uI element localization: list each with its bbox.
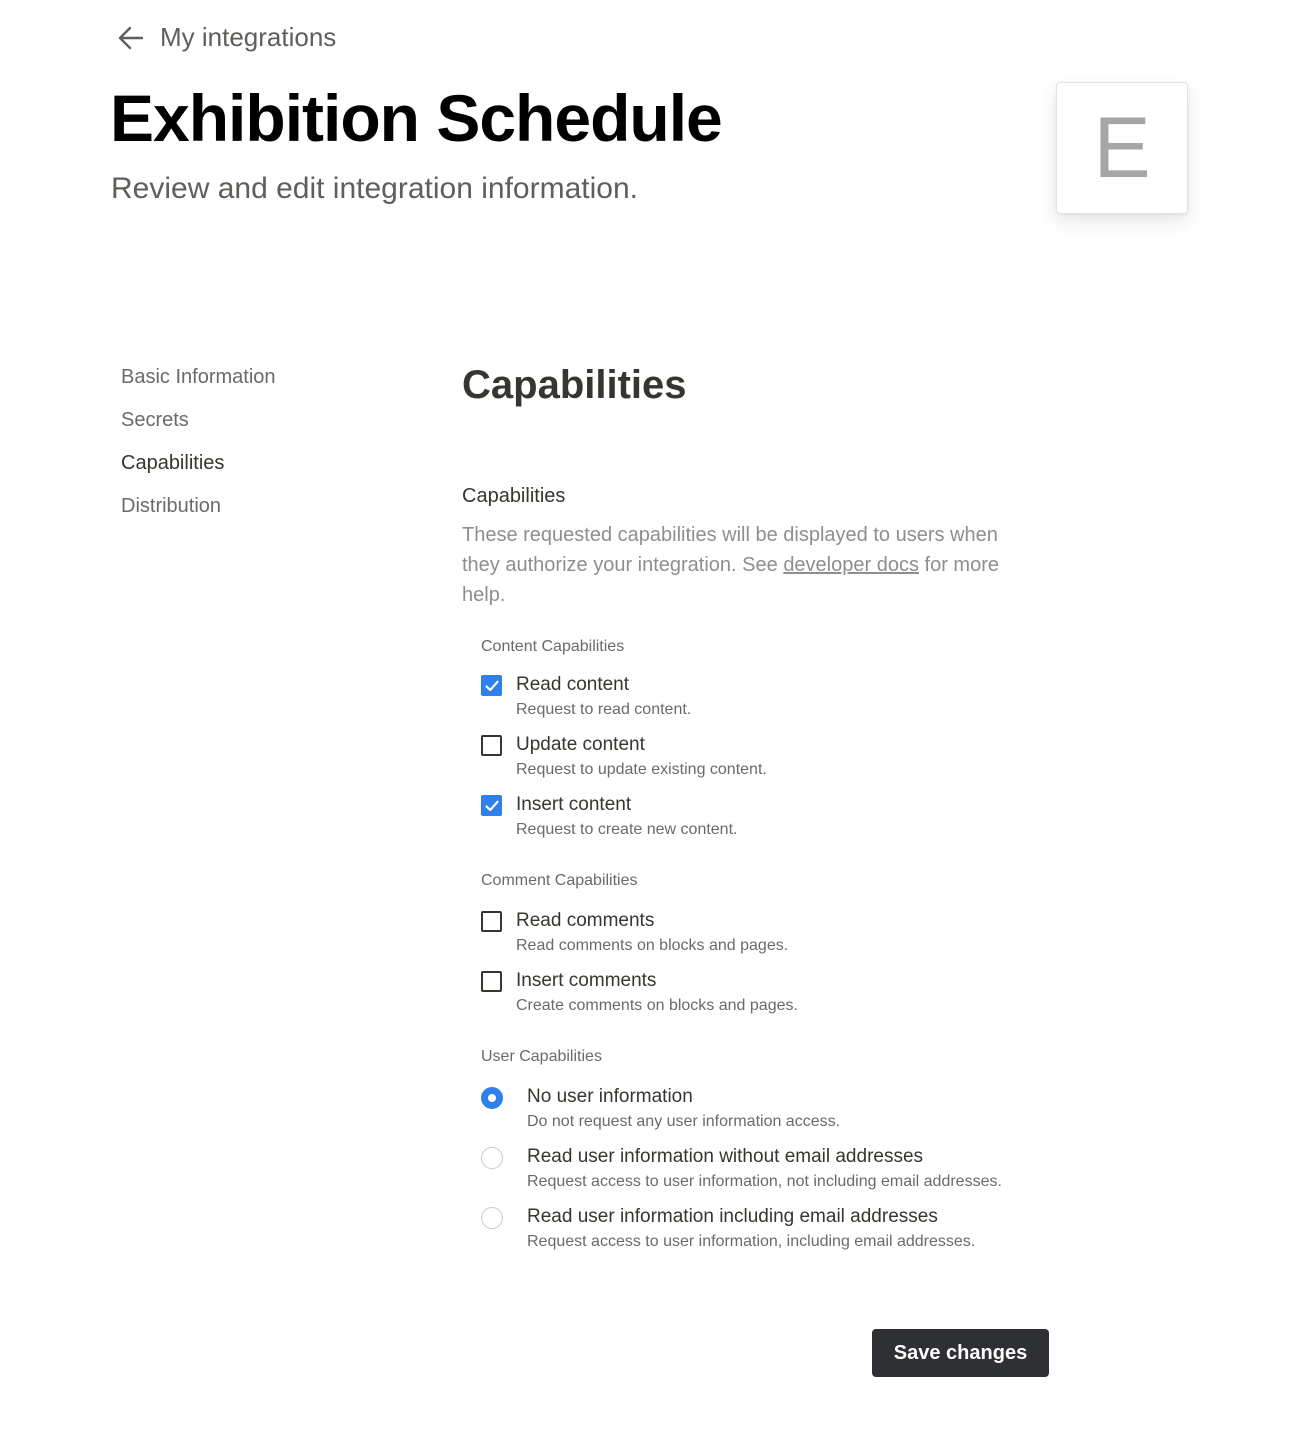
option-description: Request access to user information, incl… — [527, 1233, 976, 1250]
group-label: Content Capabilities — [481, 638, 625, 655]
no-user-info-option[interactable]: No user information Do not request any u… — [481, 1084, 1062, 1134]
read-user-info-with-email-radio[interactable] — [481, 1207, 503, 1229]
read-user-info-with-email-option[interactable]: Read user information including email ad… — [481, 1204, 1062, 1254]
integration-avatar[interactable]: E — [1056, 82, 1188, 214]
comment-capabilities-group: Comment Capabilities Read comments Read … — [481, 870, 1062, 1018]
option-title: Read user information without email addr… — [527, 1146, 924, 1167]
option-title: Update content — [516, 734, 645, 755]
option-title: Insert content — [516, 794, 632, 815]
no-user-info-radio[interactable] — [481, 1087, 503, 1109]
integration-settings-page: My integrations Exhibition Schedule Revi… — [0, 0, 1316, 1448]
option-title: Read comments — [516, 910, 655, 931]
group-label: User Capabilities — [481, 1048, 602, 1065]
option-description: Do not request any user information acce… — [527, 1113, 841, 1130]
sidenav-item-secrets[interactable]: Secrets — [121, 405, 276, 448]
update-content-checkbox[interactable] — [481, 735, 502, 756]
insert-content-option[interactable]: Insert content Request to create new con… — [481, 792, 1062, 842]
page-title: Exhibition Schedule — [110, 81, 723, 155]
option-title: No user information — [527, 1086, 693, 1107]
capabilities-label: Capabilities — [462, 485, 566, 507]
content-capabilities-group: Content Capabilities Read content Reques… — [481, 636, 1062, 842]
checkmark-icon — [484, 800, 499, 811]
option-title: Read content — [516, 674, 630, 695]
option-description: Read comments on blocks and pages. — [516, 937, 789, 954]
option-description: Request access to user information, not … — [527, 1173, 1002, 1190]
read-user-info-without-email-radio[interactable] — [481, 1147, 503, 1169]
section-title: Capabilities — [462, 363, 687, 407]
read-user-info-without-email-option[interactable]: Read user information without email addr… — [481, 1144, 1062, 1194]
read-comments-option[interactable]: Read comments Read comments on blocks an… — [481, 908, 1062, 958]
read-content-option[interactable]: Read content Request to read content. — [481, 672, 1062, 722]
option-title: Insert comments — [516, 970, 657, 991]
option-description: Request to update existing content. — [516, 761, 767, 778]
back-link-label: My integrations — [160, 22, 337, 52]
settings-sidenav: Basic Information Secrets Capabilities D… — [121, 362, 276, 534]
update-content-option[interactable]: Update content Request to update existin… — [481, 732, 1062, 782]
capabilities-section: Capabilities Capabilities These requeste… — [462, 360, 1062, 1254]
group-label: Comment Capabilities — [481, 872, 638, 889]
option-description: Request to read content. — [516, 701, 692, 718]
read-content-checkbox[interactable] — [481, 675, 502, 696]
radio-dot-icon — [488, 1094, 496, 1102]
option-title: Read user information including email ad… — [527, 1206, 938, 1227]
sidenav-item-distribution[interactable]: Distribution — [121, 491, 276, 534]
option-description: Create comments on blocks and pages. — [516, 997, 798, 1014]
insert-comments-checkbox[interactable] — [481, 971, 502, 992]
option-description: Request to create new content. — [516, 821, 738, 838]
user-capabilities-group: User Capabilities No user information Do… — [481, 1046, 1062, 1254]
insert-content-checkbox[interactable] — [481, 795, 502, 816]
insert-comments-option[interactable]: Insert comments Create comments on block… — [481, 968, 1062, 1018]
arrow-left-icon — [118, 26, 144, 49]
checkmark-icon — [484, 680, 499, 691]
avatar-letter: E — [1093, 99, 1151, 196]
sidenav-item-capabilities[interactable]: Capabilities — [121, 448, 276, 491]
capabilities-description: These requested capabilities will be dis… — [462, 520, 1022, 610]
read-comments-checkbox[interactable] — [481, 911, 502, 932]
sidenav-item-basic-information[interactable]: Basic Information — [121, 362, 276, 405]
developer-docs-link[interactable]: developer docs — [783, 554, 919, 576]
save-changes-button[interactable]: Save changes — [872, 1329, 1049, 1377]
page-subtitle: Review and edit integration information. — [111, 172, 638, 205]
back-to-integrations-link[interactable]: My integrations — [116, 22, 336, 53]
